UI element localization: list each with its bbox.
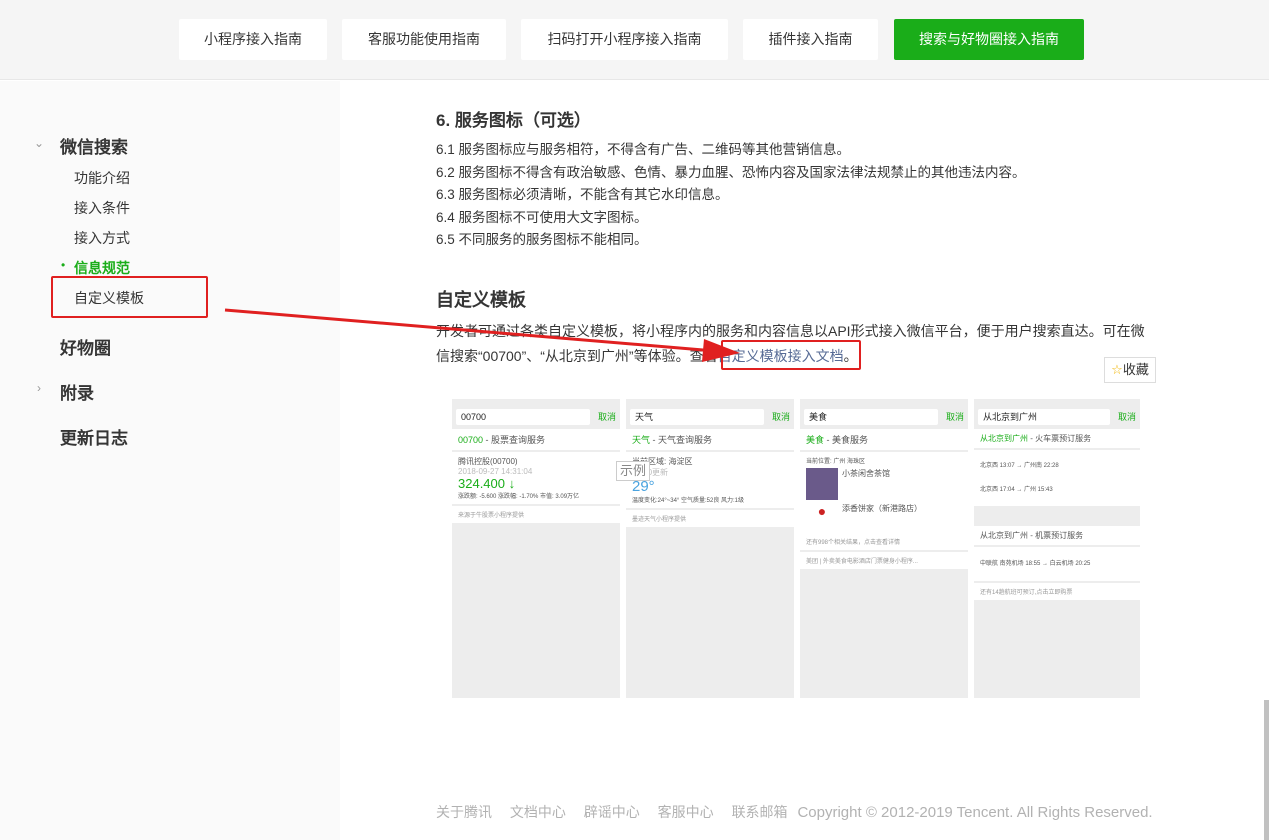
line: 腾讯控股(00700)	[458, 457, 518, 466]
search-query: 从北京到广州	[983, 412, 1038, 422]
more-flights: 还有14趟航班可预订,点击立即购票	[974, 583, 1140, 600]
restaurant-name: 小茶闲舍茶馆	[842, 469, 890, 478]
example-phone-food: 美食 取消 美食 - 美食服务 当前位置: 广州 海珠区小茶闲舍茶馆 ● 添香饼家（新…	[800, 399, 968, 698]
footer-link-rumor[interactable]: 辟谣中心	[584, 804, 640, 820]
favorite-button[interactable]: ☆收藏	[1104, 357, 1156, 383]
cancel-label: 取消	[945, 412, 964, 422]
example-label: 示例	[616, 461, 650, 481]
search-query: 00700	[461, 412, 487, 422]
line: 10:00更新	[632, 468, 669, 477]
flight-row: 中联航 南苑机场 18:55 → 白云机场 20:25	[974, 547, 1140, 581]
star-icon: ☆	[1111, 362, 1123, 377]
footer-link-support[interactable]: 客服中心	[658, 804, 714, 820]
train-row: 北京西 13:07 → 广州南 22:28	[980, 463, 1059, 469]
search-query: 天气	[635, 412, 654, 422]
temperature: 29°	[632, 478, 655, 495]
service-title: - 股票查询服务	[483, 435, 546, 445]
line: 当前位置: 广州 海珠区	[806, 459, 866, 465]
example-phone-weather: 天气 取消 天气 - 天气查询服务 当前区域: 海淀区 10:00更新 29° 温度变化…	[626, 399, 794, 698]
line: 当前区域: 海淀区	[632, 457, 693, 466]
service-title: - 火车票预订服务	[1028, 434, 1092, 443]
service-title: - 天气查询服务	[650, 435, 713, 445]
keyword: 天气	[632, 435, 651, 445]
restaurant-photo	[806, 468, 838, 500]
source-line: 美团 | 外卖美食电影酒店门票健身小程序...	[800, 552, 968, 569]
service-title: - 美食服务	[824, 435, 869, 445]
restaurant-name: 添香饼家（新港路店）	[842, 504, 922, 513]
line: 还有998个相关结果，点击查看详情	[806, 540, 901, 546]
example-phone-stock: 00700 取消 00700 - 股票查询服务 腾讯控股(00700) 2018-0…	[452, 399, 620, 698]
cancel-label: 取消	[1117, 412, 1136, 422]
flight-title: 从北京到广州 - 机票预订服务	[974, 526, 1140, 545]
restaurant-logo: ●	[817, 503, 827, 519]
source-line: 来源于牛股票小程序提供	[452, 506, 620, 523]
cancel-label: 取消	[597, 412, 616, 422]
favorite-label: 收藏	[1122, 362, 1149, 377]
footer-link-about[interactable]: 关于腾讯	[436, 804, 492, 820]
footer-link-email[interactable]: 联系邮箱	[732, 804, 788, 820]
keyword: 美食	[806, 435, 825, 445]
scrollbar[interactable]	[1264, 700, 1269, 840]
train-row: 北京西 17:04 → 广州 15:43	[980, 487, 1053, 493]
line: 温度变化:24°~34° 空气质量:52良 风力:1级	[632, 498, 744, 504]
keyword: 00700	[458, 435, 484, 445]
cancel-label: 取消	[771, 412, 790, 422]
search-query: 美食	[809, 412, 828, 422]
stock-price: 324.400 ↓	[458, 476, 516, 491]
line: 2018-09-27 14:31:04	[458, 467, 533, 476]
example-phone-travel: 从北京到广州 取消 从北京到广州 - 火车票预订服务 北京西 13:07 → 广州…	[974, 399, 1140, 698]
keyword: 从北京到广州	[980, 434, 1028, 443]
source-line: 墨迹天气小程序提供	[626, 510, 794, 527]
line: 涨跌额: -5.600 涨跌幅: -1.70% 市值: 3.09万亿	[458, 494, 580, 500]
copyright: Copyright © 2012-2019 Tencent. All Right…	[797, 804, 1153, 821]
footer-link-docs[interactable]: 文档中心	[510, 804, 566, 820]
footer: 关于腾讯 文档中心 辟谣中心 客服中心 联系邮箱 Copyright © 201…	[436, 802, 1167, 822]
